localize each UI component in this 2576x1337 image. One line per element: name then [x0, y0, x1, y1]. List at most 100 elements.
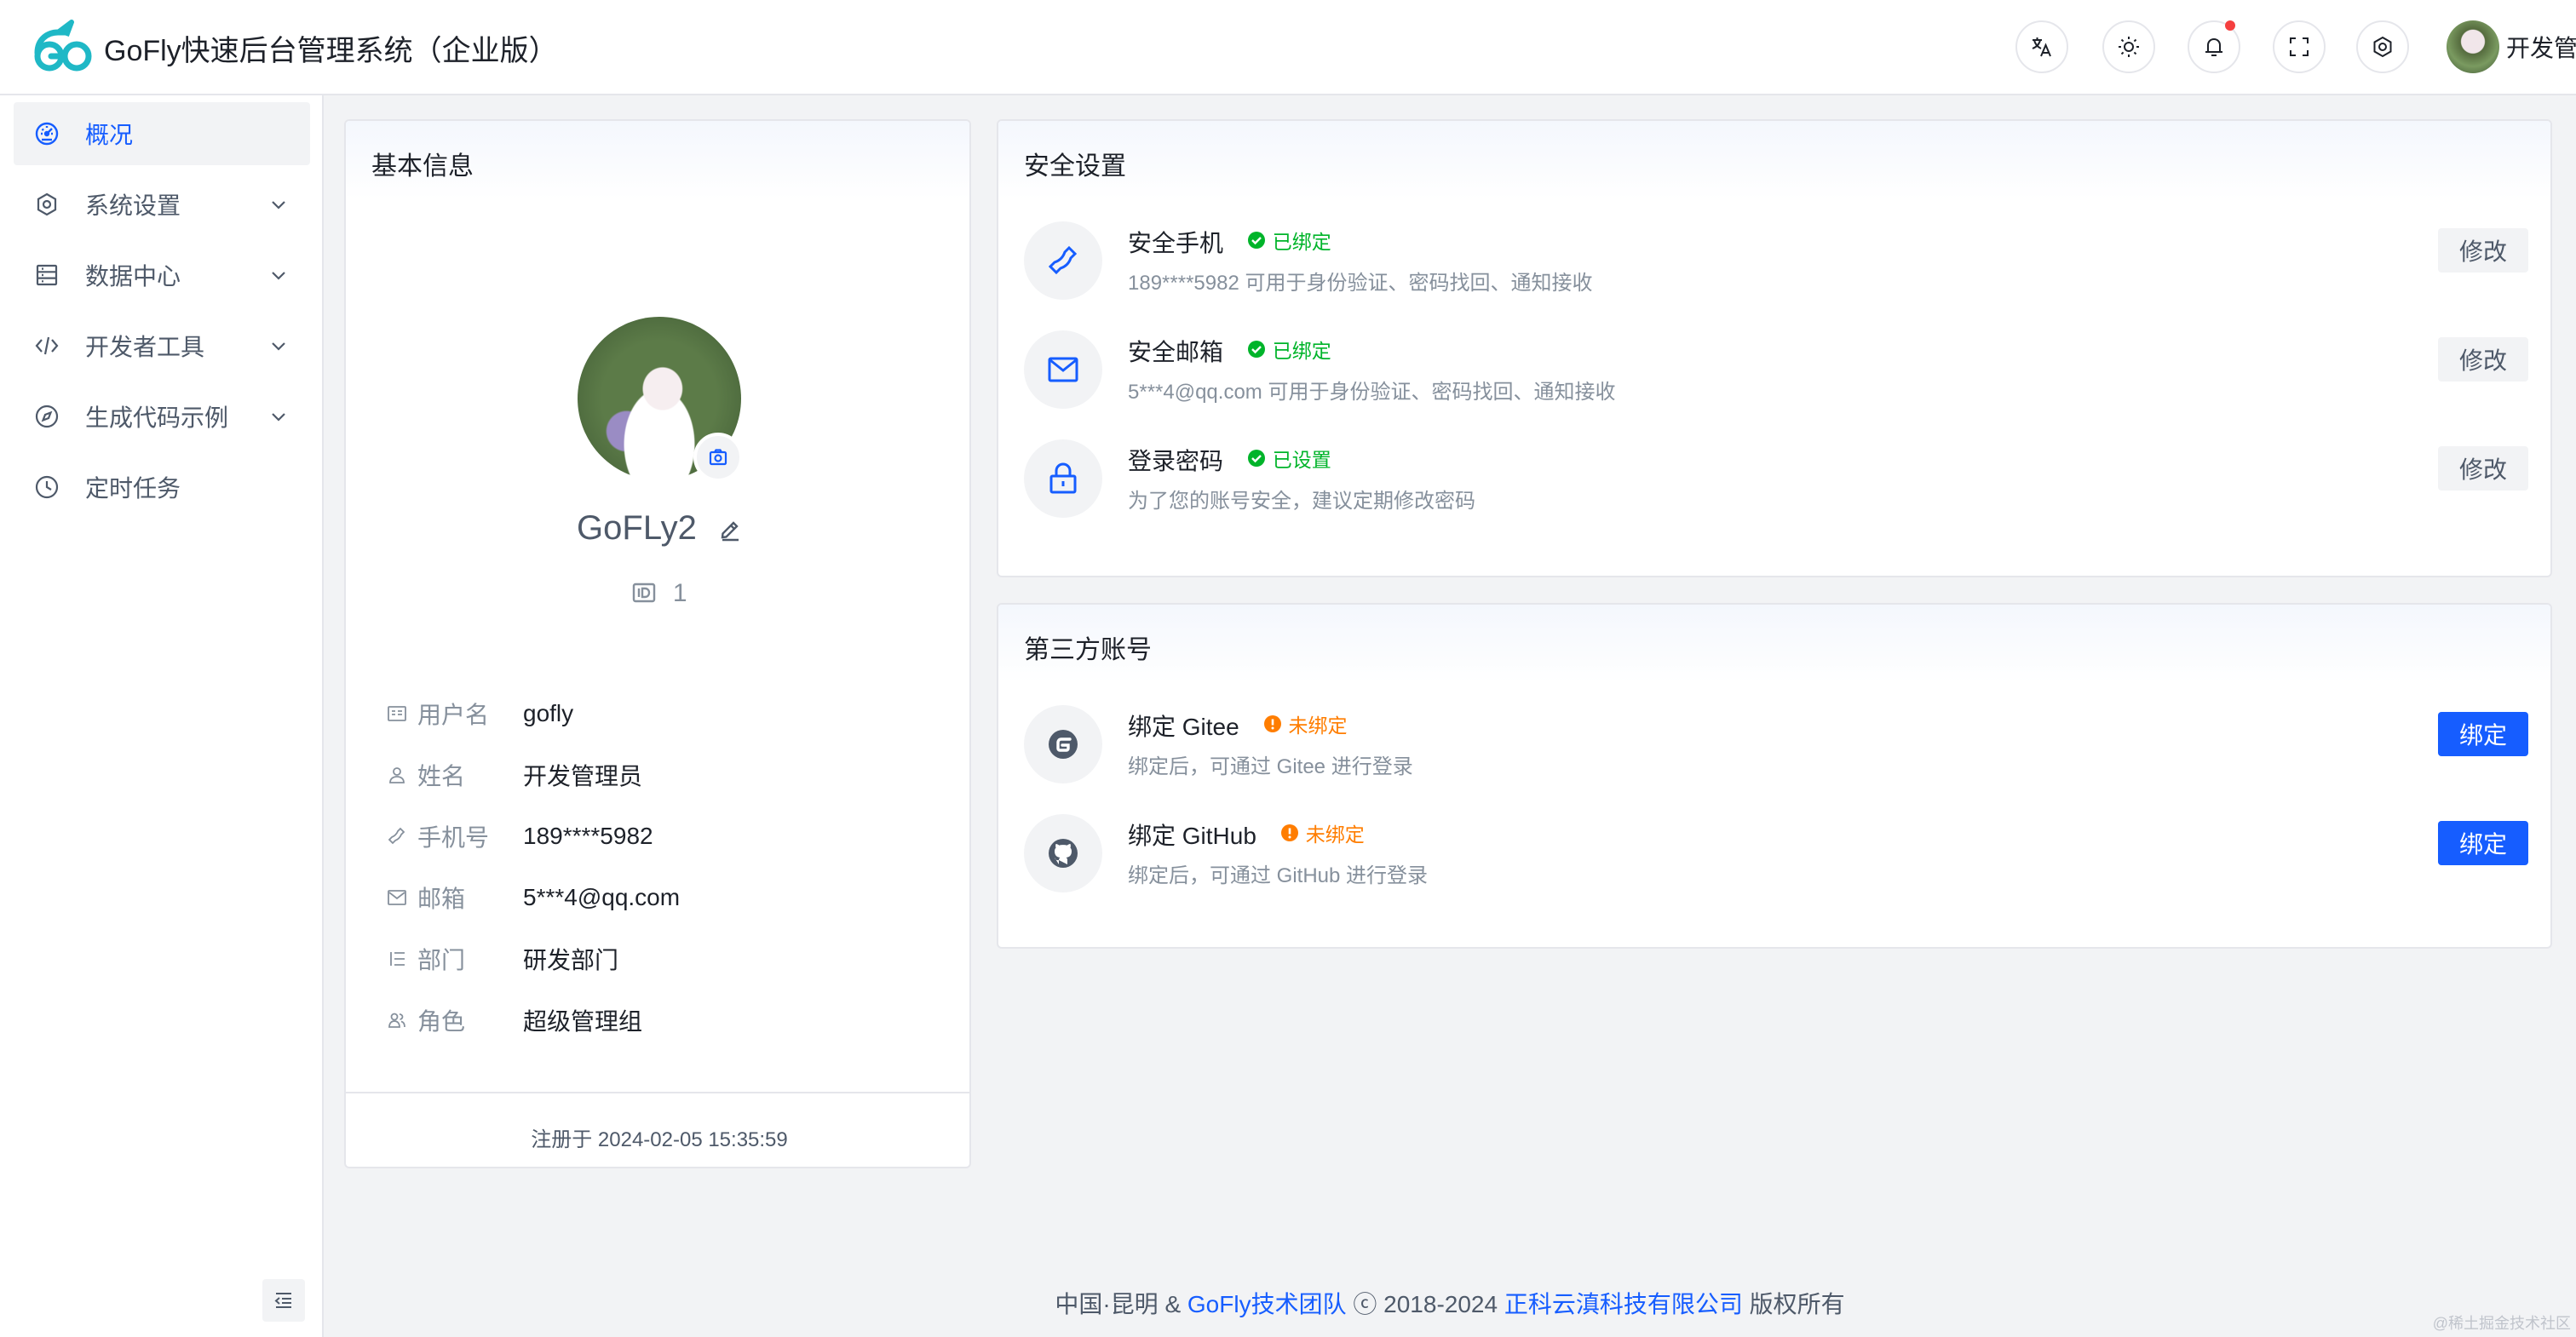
- profile-info-list: 用户名 gofly 姓名 开发管理员 手机号 189****5982 邮箱 5*…: [387, 683, 932, 1051]
- theme-toggle-button[interactable]: [2102, 20, 2155, 73]
- info-row-email: 邮箱 5***4@qq.com: [387, 867, 932, 928]
- github-icon: [1024, 814, 1102, 892]
- sidebar-item-label: 系统设置: [85, 192, 181, 219]
- check-circle-icon: [1247, 450, 1265, 467]
- info-row-username: 用户名 gofly: [387, 683, 932, 744]
- status-badge: 已绑定: [1247, 226, 1331, 255]
- warning-circle-icon: [1280, 824, 1298, 841]
- phone-icon: [387, 826, 407, 846]
- list-icon: [387, 949, 407, 969]
- status-badge: 未绑定: [1263, 709, 1348, 738]
- team-link[interactable]: GoFly技术团队: [1187, 1291, 1347, 1317]
- compass-icon: [34, 404, 60, 429]
- app-title: GoFly快速后台管理系统（企业版）: [104, 35, 558, 67]
- security-item-desc: 为了您的账号安全，建议定期修改密码: [1128, 490, 1475, 513]
- user-avatar[interactable]: [2447, 20, 2499, 73]
- user-name: 开发管理员: [2506, 35, 2576, 61]
- third-party-item-desc: 绑定后，可通过 GitHub 进行登录: [1128, 864, 1429, 887]
- mail-icon: [387, 887, 407, 908]
- id-card-icon: [387, 703, 407, 724]
- company-link[interactable]: 正科云滇科技有限公司: [1504, 1291, 1743, 1317]
- phone-icon: [1024, 221, 1102, 300]
- sidebar-item-label: 生成代码示例: [85, 405, 229, 431]
- sidebar-item-label: 开发者工具: [85, 334, 205, 360]
- bell-icon: [2205, 37, 2222, 56]
- user-group-icon: [387, 1010, 407, 1030]
- bind-gitee-button[interactable]: 绑定: [2438, 712, 2528, 756]
- id-badge-icon: [633, 582, 656, 603]
- database-icon: [34, 262, 60, 288]
- user-icon: [387, 765, 407, 785]
- security-item-title: 安全邮箱: [1128, 339, 1224, 365]
- info-row-phone: 手机号 189****5982: [387, 806, 932, 867]
- user-id-row: 1: [346, 579, 969, 608]
- sidebar-item-label: 概况: [85, 122, 134, 148]
- check-circle-icon: [1247, 232, 1265, 249]
- gear-icon: [34, 192, 60, 217]
- modify-email-button[interactable]: 修改: [2438, 337, 2528, 382]
- app-root: GoFly快速后台管理系统（企业版） 开发管 概况 系统设置 数据中心 开发者工…: [0, 0, 2576, 1337]
- status-badge: 未绑定: [1280, 818, 1365, 847]
- language-button[interactable]: [2015, 20, 2068, 73]
- bind-github-button[interactable]: 绑定: [2438, 821, 2528, 865]
- sidebar-item-overview[interactable]: 概况: [14, 102, 310, 165]
- third-party-item-title: 绑定 GitHub: [1128, 823, 1256, 849]
- notification-badge-dot: [2225, 20, 2235, 31]
- sidebar-item-label: 数据中心: [85, 263, 181, 290]
- lock-icon: [1024, 439, 1102, 518]
- sidebar: 概况 系统设置 数据中心 开发者工具 生成代码示例 定时任务: [0, 95, 324, 1337]
- security-settings-card: 安全设置 安全手机 已绑定 189****5982 可用于身份验证、密码找回、通…: [997, 119, 2552, 577]
- card-title: 安全设置: [998, 121, 2550, 199]
- change-avatar-button[interactable]: [693, 433, 743, 482]
- notification-button[interactable]: [2188, 20, 2240, 73]
- third-party-accounts-card: 第三方账号 绑定 Gitee 未绑定 绑定后，可通过 Gitee 进行登录 绑定: [997, 603, 2552, 949]
- modify-password-button[interactable]: 修改: [2438, 446, 2528, 491]
- chevron-down-icon: [272, 201, 285, 209]
- settings-button[interactable]: [2356, 20, 2409, 73]
- clock-icon: [34, 474, 60, 500]
- fullscreen-button[interactable]: [2273, 20, 2326, 73]
- security-item-title: 安全手机: [1128, 230, 1224, 256]
- third-party-item-gitee: 绑定 Gitee 未绑定 绑定后，可通过 Gitee 进行登录 绑定: [1024, 705, 2528, 789]
- third-party-item-title: 绑定 Gitee: [1128, 714, 1239, 740]
- info-row-department: 部门 研发部门: [387, 928, 932, 990]
- info-row-role: 角色 超级管理组: [387, 990, 932, 1051]
- card-title: 基本信息: [346, 121, 969, 199]
- status-badge: 已设置: [1247, 444, 1331, 473]
- sidebar-item-scheduled-tasks[interactable]: 定时任务: [14, 456, 310, 519]
- card-title: 第三方账号: [998, 605, 2550, 683]
- sidebar-item-system-settings[interactable]: 系统设置: [14, 173, 310, 236]
- gitee-icon: [1024, 705, 1102, 783]
- security-item-desc: 189****5982 可用于身份验证、密码找回、通知接收: [1128, 272, 1593, 295]
- basic-info-card: 基本信息 GoFLy2 1 用户名 gofly 姓名 开发管理员 手机号 189…: [344, 119, 971, 1168]
- chevron-down-icon: [272, 272, 285, 280]
- translate-icon: [2032, 37, 2051, 57]
- mail-icon: [1024, 330, 1102, 409]
- modify-phone-button[interactable]: 修改: [2438, 228, 2528, 273]
- camera-icon: [709, 449, 727, 466]
- settings-gear-icon: [2373, 36, 2392, 58]
- sidebar-item-codegen-examples[interactable]: 生成代码示例: [14, 385, 310, 448]
- sidebar-item-dev-tools[interactable]: 开发者工具: [14, 314, 310, 377]
- sidebar-item-label: 定时任务: [85, 475, 181, 502]
- chevron-down-icon: [272, 413, 285, 422]
- menu-fold-icon: [274, 1293, 291, 1308]
- fullscreen-icon: [2290, 37, 2309, 56]
- security-item-title: 登录密码: [1128, 448, 1224, 474]
- security-item-desc: 5***4@qq.com 可用于身份验证、密码找回、通知接收: [1128, 381, 1616, 404]
- code-icon: [34, 333, 60, 359]
- edit-pencil-icon[interactable]: [718, 518, 742, 542]
- info-row-name: 姓名 开发管理员: [387, 744, 932, 806]
- user-id: 1: [672, 579, 687, 607]
- third-party-item-desc: 绑定后，可通过 Gitee 进行登录: [1128, 755, 1413, 778]
- theme-sun-icon: [2119, 37, 2139, 57]
- gofly-logo-icon: [34, 20, 92, 72]
- security-item-phone: 安全手机 已绑定 189****5982 可用于身份验证、密码找回、通知接收 修…: [1024, 221, 2528, 305]
- user-menu[interactable]: 开发管理员: [2447, 19, 2576, 75]
- sidebar-item-data-center[interactable]: 数据中心: [14, 244, 310, 307]
- watermark: @稀土掘金技术社区: [2432, 1315, 2571, 1332]
- dashboard-icon: [34, 121, 60, 146]
- security-item-email: 安全邮箱 已绑定 5***4@qq.com 可用于身份验证、密码找回、通知接收 …: [1024, 330, 2528, 414]
- warning-circle-icon: [1263, 715, 1281, 732]
- sidebar-collapse-button[interactable]: [262, 1279, 305, 1322]
